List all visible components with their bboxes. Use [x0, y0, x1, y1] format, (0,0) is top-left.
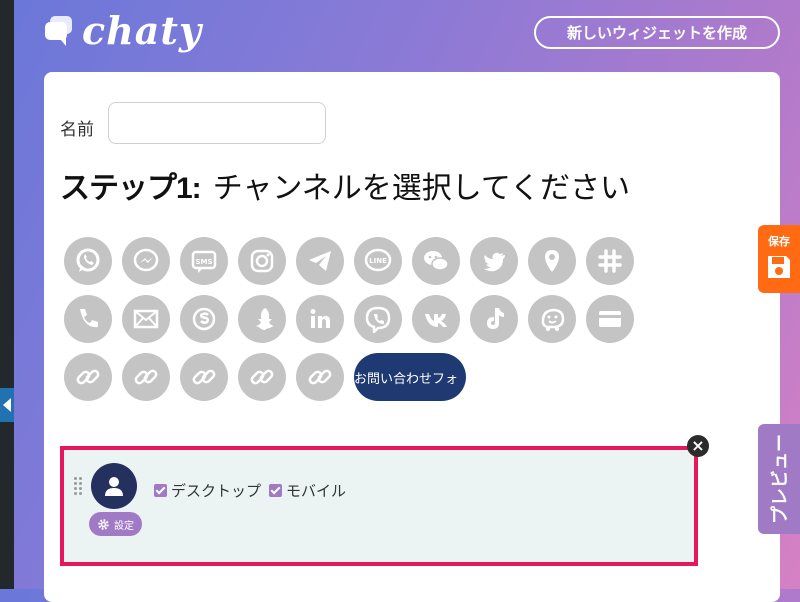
channel-row: SMS LINE — [64, 237, 654, 285]
name-input[interactable] — [108, 102, 326, 144]
vk-icon[interactable] — [412, 295, 460, 343]
preview-button[interactable]: プレビュー — [758, 424, 800, 534]
mobile-checkbox[interactable]: モバイル — [269, 480, 346, 501]
line-text: LINE — [369, 257, 387, 265]
selected-channel-panel — [60, 446, 698, 566]
user-icon — [105, 477, 123, 496]
telegram-icon[interactable] — [296, 237, 344, 285]
phone-icon[interactable] — [64, 295, 112, 343]
floppy-disk-icon — [768, 256, 790, 278]
save-button[interactable]: 保存 — [758, 225, 800, 293]
desktop-checkbox[interactable]: デスクトップ — [154, 480, 261, 501]
link-icon[interactable] — [64, 353, 112, 401]
create-widget-button[interactable]: 新しいウィジェットを作成 — [534, 16, 780, 49]
messenger-icon[interactable] — [122, 237, 170, 285]
step-title: ステップ1: チャンネルを選択してください — [60, 163, 630, 207]
linkedin-icon[interactable] — [296, 295, 344, 343]
twitter-icon[interactable] — [470, 237, 518, 285]
skype-icon[interactable] — [180, 295, 228, 343]
link-icon[interactable] — [296, 353, 344, 401]
slack-icon[interactable] — [586, 237, 634, 285]
logo-text: chaty — [82, 8, 203, 53]
chat-bubble-icon — [44, 14, 74, 48]
step-label: ステップ1: — [60, 172, 202, 205]
avatar — [91, 463, 137, 509]
chaty-logo: chaty — [44, 8, 202, 53]
settings-label: 設定 — [114, 520, 134, 532]
channel-row: お問い合わせフォ — [64, 353, 654, 401]
save-label: 保存 — [768, 235, 790, 248]
link-icon[interactable] — [122, 353, 170, 401]
snapchat-icon[interactable] — [238, 295, 286, 343]
desktop-label: デスクトップ — [171, 482, 262, 500]
tiktok-icon[interactable] — [470, 295, 518, 343]
channel-row — [64, 295, 654, 343]
admin-sidebar-edge — [0, 0, 14, 589]
name-label: 名前 — [60, 120, 94, 140]
drag-handle-icon[interactable] — [74, 477, 84, 499]
chevron-left-icon — [3, 398, 11, 412]
waze-icon[interactable] — [528, 295, 576, 343]
settings-button[interactable]: 設定 — [89, 512, 142, 536]
contact-form-button[interactable]: お問い合わせフォ — [354, 353, 466, 401]
channel-grid: SMS LINE お問い合わせフォ — [64, 237, 654, 411]
sms-text: SMS — [195, 258, 212, 266]
card-icon[interactable] — [586, 295, 634, 343]
gear-icon — [98, 518, 109, 530]
link-icon[interactable] — [180, 353, 228, 401]
viber-icon[interactable] — [354, 295, 402, 343]
instagram-icon[interactable] — [238, 237, 286, 285]
sms-icon[interactable]: SMS — [180, 237, 228, 285]
email-icon[interactable] — [122, 295, 170, 343]
checkbox-checked-icon — [269, 484, 282, 497]
mobile-label: モバイル — [286, 482, 347, 500]
link-icon[interactable] — [238, 353, 286, 401]
location-icon[interactable] — [528, 237, 576, 285]
collapse-sidebar-toggle[interactable] — [0, 388, 14, 422]
line-icon[interactable]: LINE — [354, 237, 402, 285]
wechat-icon[interactable] — [412, 237, 460, 285]
preview-label: プレビュー — [770, 434, 791, 524]
whatsapp-icon[interactable] — [64, 237, 112, 285]
step-text: チャンネルを選択してください — [212, 171, 630, 206]
checkbox-checked-icon — [154, 484, 167, 497]
close-icon[interactable]: × — [687, 435, 709, 457]
